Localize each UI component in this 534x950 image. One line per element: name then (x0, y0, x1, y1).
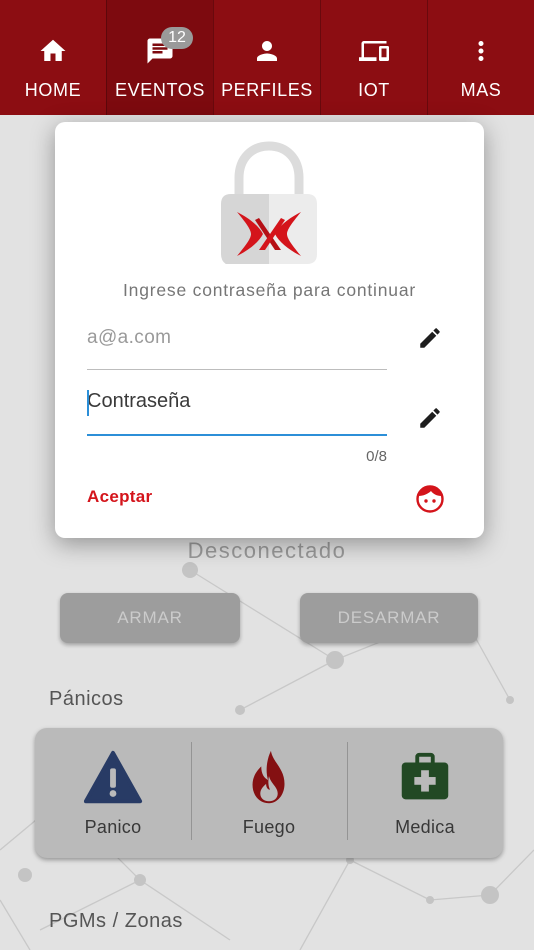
text-caret (87, 390, 89, 416)
person-icon (257, 41, 277, 61)
password-dialog: Ingrese contraseña para continuar a@a.co… (55, 122, 484, 538)
nav-label: HOME (24, 80, 82, 100)
nav-item-eventos[interactable]: 12 EVENTOS (106, 0, 213, 115)
password-length-counter: 0/8 (366, 448, 387, 465)
nav-item-perfiles[interactable]: PERFILES (213, 0, 320, 115)
edit-email-button[interactable] (417, 325, 443, 351)
nav-item-iot[interactable]: IOT (320, 0, 427, 115)
pencil-icon (420, 328, 440, 348)
accept-button[interactable]: Aceptar (87, 487, 152, 507)
events-count-badge: 12 (161, 27, 193, 49)
email-value: a@a.com (87, 327, 172, 348)
password-field[interactable] (87, 388, 387, 436)
nav-label: EVENTOS (115, 80, 205, 100)
pencil-icon (420, 408, 440, 428)
edit-password-button[interactable] (417, 405, 443, 431)
top-navigation: HOME 12 EVENTOS PERFILES IOT MAS (0, 0, 534, 115)
nav-item-mas[interactable]: MAS (427, 0, 534, 115)
nav-item-home[interactable]: HOME (0, 0, 106, 115)
more-vertical-icon (478, 41, 484, 61)
home-icon (40, 39, 66, 61)
password-input[interactable] (87, 388, 387, 413)
face-icon[interactable] (415, 484, 445, 514)
devices-icon (359, 41, 389, 61)
nav-label: MAS (460, 80, 502, 100)
lock-logo-icon (221, 141, 317, 264)
nav-label: PERFILES (221, 80, 313, 100)
dialog-prompt: Ingrese contraseña para continuar (123, 280, 416, 300)
email-field[interactable]: a@a.com (87, 324, 387, 370)
nav-label: IOT (358, 80, 390, 100)
